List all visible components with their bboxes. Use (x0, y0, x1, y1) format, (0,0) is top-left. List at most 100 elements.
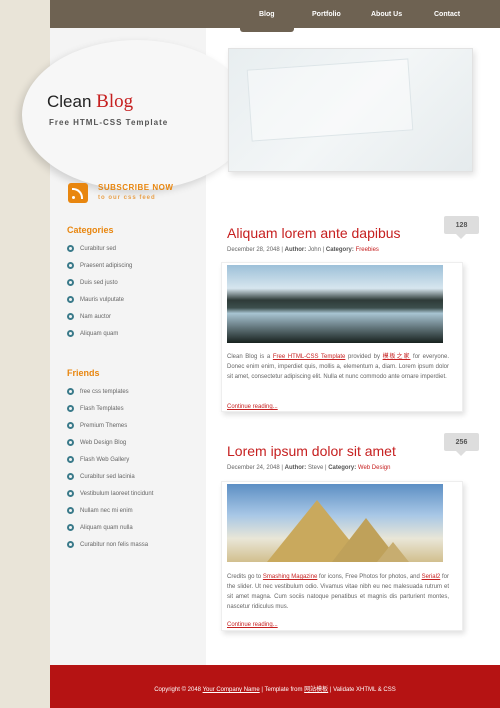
copyright-text: Copyright © 2048 (154, 687, 203, 693)
bullet-icon (67, 456, 74, 463)
bullet-icon (67, 422, 74, 429)
friend-link[interactable]: Flash Web Gallery (80, 457, 129, 463)
nav-item-contact[interactable]: Contact (434, 11, 460, 18)
category-item: Curabitur sed (67, 240, 132, 257)
category-item: Nam auctor (67, 308, 132, 325)
category-link[interactable]: Duis sed justo (80, 280, 118, 286)
friends-list: free css templates Flash Templates Premi… (67, 383, 153, 553)
header-image (228, 48, 473, 172)
bullet-icon (67, 439, 74, 446)
friend-link[interactable]: Nullam nec mi enim (80, 508, 133, 514)
bullet-icon (67, 313, 74, 320)
post-title[interactable]: Lorem ipsum dolor sit amet (227, 443, 396, 459)
friend-item: Nullam nec mi enim (67, 502, 153, 519)
provider-link[interactable]: 模板之家 (383, 354, 411, 360)
post-date: December 24, 2048 (227, 465, 280, 471)
subscribe-subtitle[interactable]: to our css feed (98, 195, 156, 201)
friend-link[interactable]: Flash Templates (80, 406, 124, 412)
continue-reading-link[interactable]: Continue reading... (227, 622, 278, 628)
subscribe-title[interactable]: SUBSCRIBE NOW (98, 183, 173, 192)
post-excerpt: Credits go to Smashing Magazine for icon… (227, 572, 449, 612)
site-logo[interactable]: Clean Blog (47, 91, 133, 113)
friend-link[interactable]: Vestibulum laoreet tincidunt (80, 491, 153, 497)
validate-text[interactable]: | Validate XHTML & CSS (328, 687, 396, 693)
excerpt-text: for icons, Free Photos for photos, and (317, 574, 422, 580)
logo-text-clean: Clean (47, 92, 92, 111)
footer-text: Copyright © 2048 Your Company Name | Tem… (50, 684, 500, 693)
friend-item: Aliquam quam nulla (67, 519, 153, 536)
bullet-icon (67, 330, 74, 337)
bullet-icon (67, 279, 74, 286)
bullet-icon (67, 541, 74, 548)
template-site-link[interactable]: 网站模板 (304, 687, 328, 693)
post-image-pyramids (227, 484, 443, 562)
friend-item: Web Design Blog (67, 434, 153, 451)
friend-link[interactable]: Curabitur sed lacinia (80, 474, 135, 480)
nav-item-about-us[interactable]: About Us (371, 11, 402, 18)
bullet-icon (67, 262, 74, 269)
post-title[interactable]: Aliquam lorem ante dapibus (227, 225, 401, 241)
friend-item: Vestibulum laoreet tincidunt (67, 485, 153, 502)
bullet-icon (67, 245, 74, 252)
category-link[interactable]: Praesent adipiscing (80, 263, 132, 269)
category-label: Category: (325, 247, 354, 253)
category-link[interactable]: Nam auctor (80, 314, 111, 320)
nav-item-portfolio[interactable]: Portfolio (312, 11, 341, 18)
comment-count-badge[interactable]: 256 (444, 433, 479, 456)
post-author: Steve (307, 465, 324, 471)
category-label: Category: (328, 465, 357, 471)
friend-item: Flash Templates (67, 400, 153, 417)
friend-link[interactable]: Web Design Blog (80, 440, 126, 446)
friend-link[interactable]: free css templates (80, 389, 129, 395)
author-label: Author: (284, 247, 307, 253)
template-link[interactable]: Free HTML-CSS Template (273, 354, 346, 360)
smashing-magazine-link[interactable]: Smashing Magazine (263, 574, 317, 580)
post-meta: December 28, 2048 | Author: John | Categ… (227, 247, 379, 253)
excerpt-text: Clean Blog is a (227, 354, 273, 360)
categories-heading: Categories (67, 225, 114, 235)
excerpt-text: provided by (345, 354, 383, 360)
bullet-icon (67, 473, 74, 480)
bullet-icon (67, 388, 74, 395)
nav-item-blog[interactable]: Blog (259, 11, 275, 18)
continue-reading-link[interactable]: Continue reading... (227, 404, 278, 410)
category-item: Duis sed justo (67, 274, 132, 291)
site-tagline: Free HTML-CSS Template (49, 118, 169, 127)
rss-icon[interactable] (68, 183, 88, 203)
author-label: Author: (284, 465, 307, 471)
serial2-link[interactable]: Serial2 (422, 574, 441, 580)
comment-count-badge[interactable]: 128 (444, 216, 479, 239)
bullet-icon (67, 405, 74, 412)
post-image-lake (227, 265, 443, 343)
bullet-icon (67, 296, 74, 303)
category-link[interactable]: Mauris vulputate (80, 297, 124, 303)
category-item: Aliquam quam (67, 325, 132, 342)
post-category-link[interactable]: Web Design (358, 465, 391, 471)
friend-link[interactable]: Premium Themes (80, 423, 127, 429)
category-item: Praesent adipiscing (67, 257, 132, 274)
friend-link[interactable]: Aliquam quam nulla (80, 525, 133, 531)
footer: Copyright © 2048 Your Company Name | Tem… (50, 665, 500, 708)
post-date: December 28, 2048 (227, 247, 280, 253)
category-link[interactable]: Aliquam quam (80, 331, 118, 337)
friend-item: Curabitur non felis massa (67, 536, 153, 553)
bullet-icon (67, 490, 74, 497)
excerpt-text: Credits go to (227, 574, 263, 580)
company-link[interactable]: Your Company Name (203, 687, 260, 693)
friend-item: Curabitur sed lacinia (67, 468, 153, 485)
bullet-icon (67, 507, 74, 514)
friend-link[interactable]: Curabitur non felis massa (80, 542, 148, 548)
bullet-icon (67, 524, 74, 531)
template-from-text: | Template from (259, 687, 305, 693)
category-item: Mauris vulputate (67, 291, 132, 308)
post-excerpt: Clean Blog is a Free HTML-CSS Template p… (227, 352, 449, 382)
post-category-link[interactable]: Freebies (356, 247, 379, 253)
friend-item: Premium Themes (67, 417, 153, 434)
categories-list: Curabitur sed Praesent adipiscing Duis s… (67, 240, 132, 342)
friends-heading: Friends (67, 368, 100, 378)
category-link[interactable]: Curabitur sed (80, 246, 116, 252)
friend-item: free css templates (67, 383, 153, 400)
logo-disc (22, 40, 252, 190)
logo-text-blog: Blog (96, 91, 134, 112)
post-author: John (307, 247, 321, 253)
